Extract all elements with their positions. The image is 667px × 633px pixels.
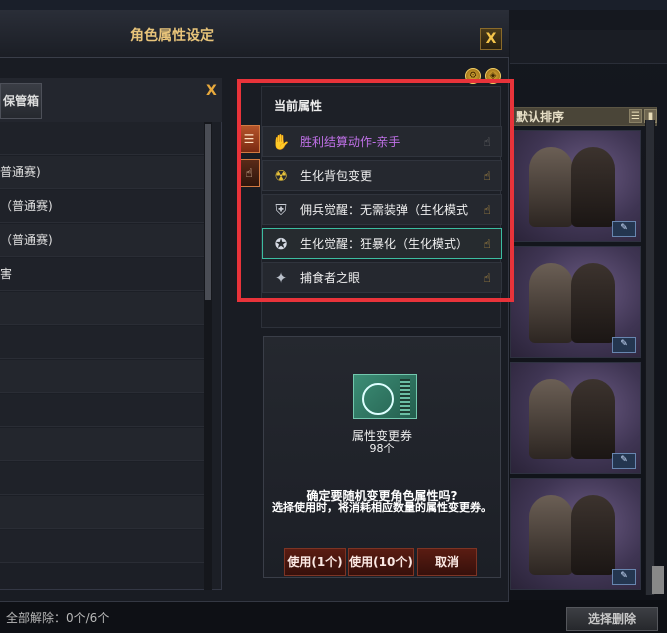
edit-icon[interactable]: ✎ xyxy=(612,337,636,353)
list-item[interactable] xyxy=(0,530,204,563)
character-list-scrollbar[interactable] xyxy=(645,120,655,595)
scrollbar-thumb[interactable] xyxy=(646,120,654,595)
character-figure xyxy=(529,147,573,227)
scroll-handle[interactable] xyxy=(652,566,664,594)
ticket-barcode xyxy=(400,379,410,415)
edit-icon[interactable]: ✎ xyxy=(612,569,636,585)
character-card[interactable]: ✎ xyxy=(510,362,641,474)
list-item[interactable]: 普通赛) xyxy=(0,156,204,189)
cancel-button[interactable]: 取消 xyxy=(417,548,477,576)
list-item[interactable]: （普通赛) xyxy=(0,190,204,223)
use-one-button[interactable]: 使用(1个) xyxy=(284,548,346,576)
confirm-note: 选择使用时，将消耗相应数量的属性变更券。 xyxy=(272,501,492,514)
sort-list-button[interactable]: ☰ xyxy=(629,109,642,123)
background-tab-bar xyxy=(510,30,667,64)
ticket-emblem xyxy=(362,383,394,415)
list-item[interactable] xyxy=(0,122,204,155)
character-card[interactable]: ✎ xyxy=(510,246,641,358)
list-item[interactable] xyxy=(0,462,204,495)
list-item[interactable] xyxy=(0,428,204,461)
list-item[interactable]: （普通赛) xyxy=(0,224,204,257)
character-figure xyxy=(529,379,573,459)
character-figure xyxy=(571,263,615,343)
list-item[interactable] xyxy=(0,394,204,427)
character-figure xyxy=(571,147,615,227)
release-all-status: 全部解除：0个/6个 xyxy=(6,611,110,625)
sort-label: 默认排序 xyxy=(516,110,565,124)
storage-box-scrollbar[interactable] xyxy=(204,122,212,590)
scrollbar-thumb[interactable] xyxy=(205,124,211,300)
ticket-panel xyxy=(263,336,501,578)
character-card[interactable]: ✎ xyxy=(510,478,641,590)
list-item[interactable] xyxy=(0,496,204,529)
ticket-count: 98个 xyxy=(369,442,395,455)
list-item[interactable] xyxy=(0,292,204,325)
character-figure xyxy=(571,379,615,459)
edit-icon[interactable]: ✎ xyxy=(612,221,636,237)
list-item[interactable] xyxy=(0,360,204,393)
character-card[interactable]: ✎ xyxy=(510,130,641,242)
storage-box-tab[interactable]: 保管箱 xyxy=(0,83,42,119)
character-figure xyxy=(529,495,573,575)
character-figure xyxy=(571,495,615,575)
highlight-box xyxy=(237,79,514,302)
attribute-ticket-icon xyxy=(353,374,417,419)
background-top-bar xyxy=(0,0,667,10)
character-figure xyxy=(529,263,573,343)
dialog-title: 角色属性设定 xyxy=(130,28,214,44)
edit-icon[interactable]: ✎ xyxy=(612,453,636,469)
use-ten-button[interactable]: 使用(10个) xyxy=(348,548,414,576)
select-delete-button[interactable]: 选择删除 xyxy=(566,607,658,631)
list-item[interactable] xyxy=(0,326,204,359)
storage-box-close-button[interactable]: X xyxy=(206,83,217,99)
list-item[interactable]: 害 xyxy=(0,258,204,291)
dialog-close-button[interactable]: X xyxy=(480,28,502,50)
